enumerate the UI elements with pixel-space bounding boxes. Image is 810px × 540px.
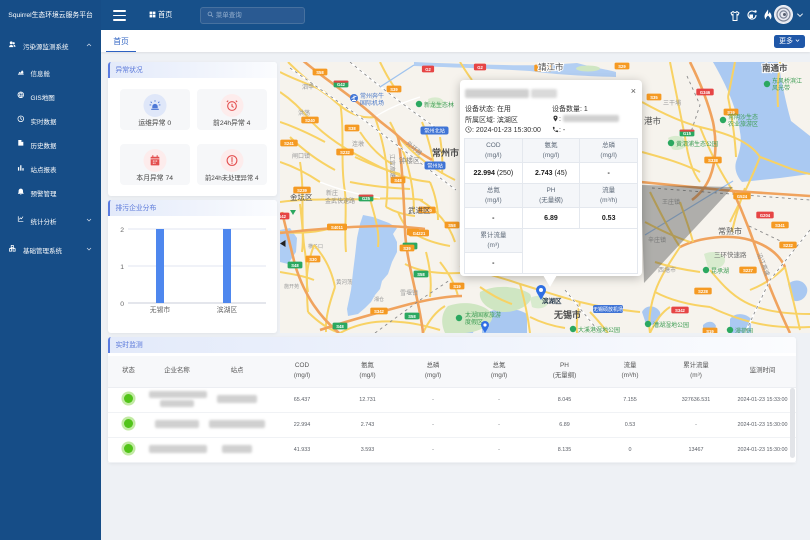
svg-text:S39: S39 [403, 246, 411, 251]
svg-text:三环快速路: 三环快速路 [714, 250, 747, 259]
svg-text:S338: S338 [708, 158, 718, 163]
svg-text:S232: S232 [783, 243, 793, 248]
svg-text:S227: S227 [743, 268, 753, 273]
svg-text:G25: G25 [362, 196, 371, 201]
svg-text:钟楼区: 钟楼区 [399, 156, 420, 165]
svg-text:连墩: 连墩 [352, 140, 364, 148]
svg-text:G42: G42 [280, 214, 287, 219]
svg-text:靖江市: 靖江市 [538, 62, 564, 72]
svg-text:S48: S48 [291, 263, 299, 268]
svg-text:S232: S232 [340, 150, 350, 155]
svg-text:G524: G524 [737, 194, 748, 199]
svg-text:滨湖区: 滨湖区 [542, 296, 562, 305]
svg-text:大溪港湿地公园: 大溪港湿地公园 [578, 326, 620, 333]
svg-text:无锡市: 无锡市 [150, 305, 171, 314]
svg-text:S342: S342 [675, 308, 685, 313]
svg-text:国际机场: 国际机场 [360, 99, 384, 107]
svg-text:S48: S48 [336, 324, 344, 329]
svg-text:G4221: G4221 [413, 231, 426, 236]
svg-text:无锡硕放机场: 无锡硕放机场 [593, 306, 623, 313]
svg-text:S58: S58 [408, 314, 416, 319]
svg-text:新龙生态林: 新龙生态林 [424, 101, 454, 109]
svg-text:昆承湖: 昆承湖 [711, 267, 729, 275]
svg-text:太湖国家旅游: 太湖国家旅游 [465, 311, 501, 319]
svg-text:S342: S342 [374, 309, 384, 314]
svg-text:滨湖区: 滨湖区 [217, 305, 238, 314]
svg-text:S19: S19 [706, 329, 714, 333]
svg-text:洪荡: 洪荡 [298, 109, 310, 117]
svg-text:泗甲: 泗甲 [302, 83, 314, 91]
svg-text:S58: S58 [448, 223, 456, 228]
svg-text:S29: S29 [618, 64, 626, 69]
svg-text:S58: S58 [316, 70, 324, 75]
svg-text:S39: S39 [390, 87, 398, 92]
svg-text:闸口镇: 闸口镇 [292, 152, 310, 160]
svg-text:S241: S241 [284, 141, 294, 146]
svg-text:新庄: 新庄 [326, 189, 338, 197]
svg-text:G15: G15 [683, 131, 692, 136]
svg-text:南通市: 南通市 [762, 63, 788, 73]
svg-text:常州站: 常州站 [427, 162, 443, 170]
svg-text:S228: S228 [698, 289, 708, 294]
svg-text:G2: G2 [477, 65, 483, 70]
svg-text:金坛区: 金坛区 [290, 192, 313, 202]
svg-text:S48: S48 [394, 178, 402, 183]
svg-text:G204: G204 [760, 213, 771, 218]
svg-text:S35: S35 [650, 95, 658, 100]
svg-text:漕湖湿地公园: 漕湖湿地公园 [653, 321, 689, 329]
svg-text:常州奔牛: 常州奔牛 [360, 92, 384, 100]
svg-text:港市: 港市 [644, 116, 662, 126]
svg-text:S30: S30 [309, 257, 317, 262]
svg-text:风光带: 风光带 [772, 84, 790, 92]
svg-text:金武快速路: 金武快速路 [325, 197, 355, 205]
svg-text:G346: G346 [700, 90, 711, 95]
svg-text:农业旅游区: 农业旅游区 [728, 120, 758, 128]
svg-text:1: 1 [120, 264, 124, 271]
svg-text:东风桥滨江: 东风桥滨江 [772, 77, 802, 85]
svg-text:常阴沙生态: 常阴沙生态 [728, 113, 758, 121]
svg-text:湘仓: 湘仓 [374, 296, 384, 303]
svg-text:黄泗浦生态公园: 黄泗浦生态公园 [676, 140, 718, 148]
svg-text:西塘市: 西塘市 [658, 266, 676, 274]
svg-text:S58: S58 [417, 272, 425, 277]
svg-text:G2: G2 [425, 67, 431, 72]
svg-text:0: 0 [120, 301, 124, 308]
svg-text:无锡市: 无锡市 [553, 309, 581, 320]
svg-text:三干埔: 三干埔 [663, 99, 681, 107]
svg-text:常熟市: 常熟市 [718, 226, 742, 236]
svg-text:常州市: 常州市 [432, 147, 459, 158]
svg-text:S240: S240 [305, 118, 315, 123]
svg-text:施开苑: 施开苑 [284, 283, 299, 290]
svg-text:度假区: 度假区 [465, 318, 483, 326]
svg-text:S4011: S4011 [331, 225, 344, 230]
svg-text:S38: S38 [348, 126, 356, 131]
svg-text:S341: S341 [775, 223, 785, 228]
svg-text:雪堰镇: 雪堰镇 [400, 289, 418, 297]
svg-text:G42: G42 [337, 82, 346, 87]
svg-text:S19: S19 [453, 284, 461, 289]
svg-text:常州北站: 常州北站 [424, 127, 445, 135]
svg-text:武进区: 武进区 [408, 205, 431, 215]
svg-text:2: 2 [120, 227, 124, 234]
svg-text:黄河荡: 黄河荡 [336, 278, 353, 286]
